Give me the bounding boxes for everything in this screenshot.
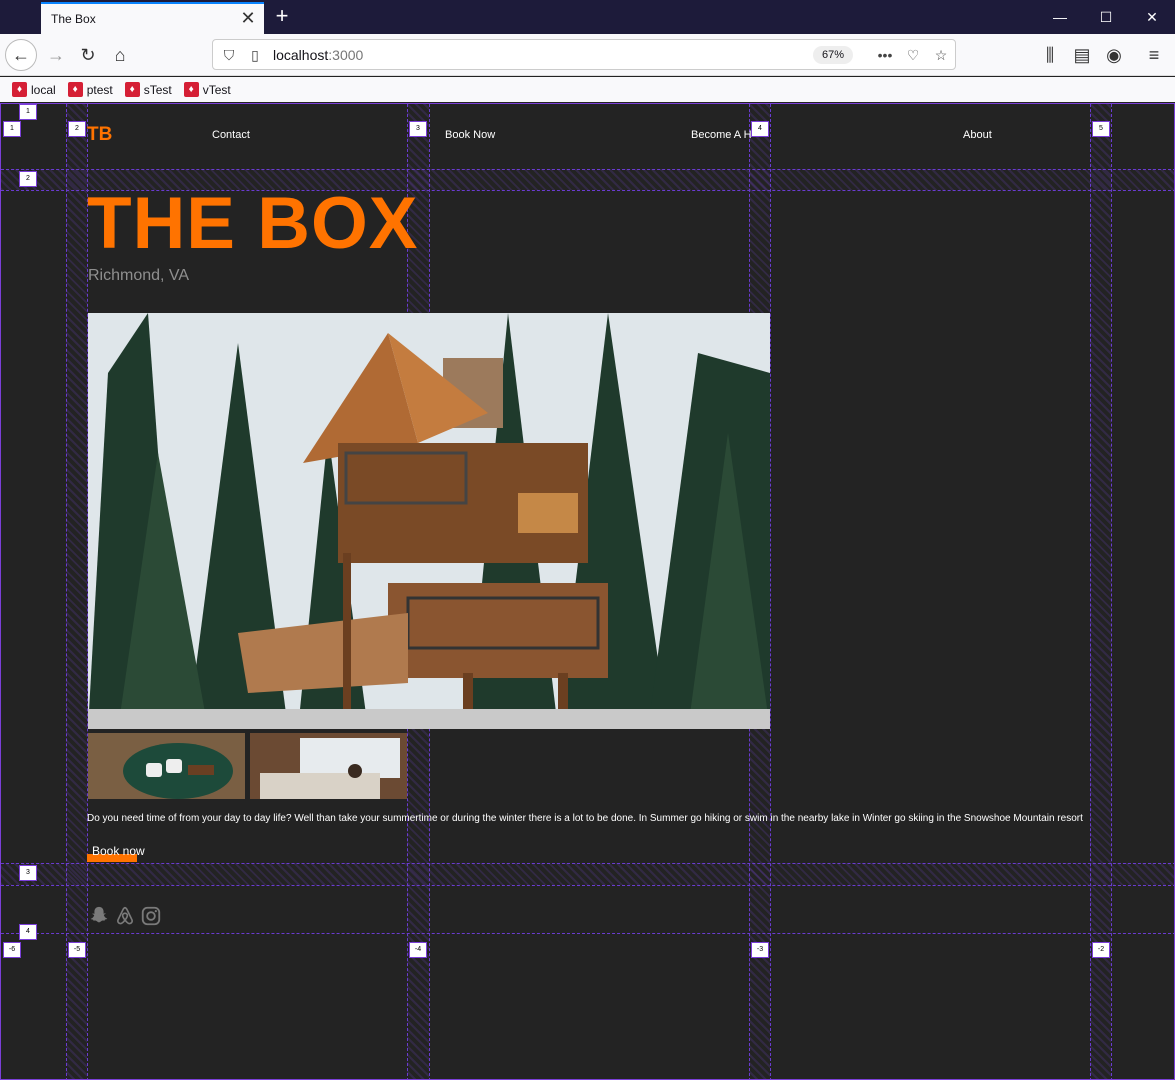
grid-column-badge: 2 — [68, 121, 86, 137]
forward-icon[interactable]: → — [40, 39, 72, 71]
bookmarks-toolbar: ♦ local ♦ ptest ♦ sTest ♦ vTest — [0, 77, 1175, 102]
grid-row-badge: 4 — [19, 924, 37, 940]
grid-column-badge: -2 — [1092, 942, 1110, 958]
bookmark-star-icon[interactable]: ☆ — [931, 45, 951, 65]
home-icon[interactable]: ⌂ — [104, 39, 136, 71]
new-tab-icon[interactable]: + — [270, 4, 294, 28]
close-tab-icon[interactable]: ✕ — [238, 8, 258, 28]
snapchat-icon[interactable] — [88, 905, 110, 927]
bookmark-stest[interactable]: ♦ sTest — [124, 82, 172, 97]
grid-column-badge: 4 — [751, 121, 769, 137]
book-now-button[interactable]: Book now — [87, 842, 145, 862]
description-text: Do you need time of from your day to day… — [87, 813, 1083, 824]
bookmark-label: local — [31, 82, 56, 97]
more-icon[interactable]: ••• — [875, 45, 895, 65]
bookmark-favicon-icon: ♦ — [124, 82, 140, 97]
grid-column-badge: -3 — [751, 942, 769, 958]
location-subtitle: Richmond, VA — [88, 267, 190, 284]
grid-column-badge: 1 — [3, 121, 21, 137]
pocket-icon[interactable]: ♡ — [903, 45, 923, 65]
zoom-level[interactable]: 67% — [813, 46, 853, 64]
window-controls: — ☐ ✕ — [1037, 0, 1175, 34]
treehouse-photo — [88, 313, 770, 729]
back-icon[interactable]: ← — [5, 39, 37, 71]
smores-thumbnail[interactable] — [88, 733, 245, 799]
page-viewport: TB Contact Book Now Become A H About THE… — [0, 103, 1175, 1080]
grid-line — [1, 885, 1174, 886]
airbnb-icon[interactable] — [114, 905, 136, 927]
account-icon[interactable]: ◉ — [1098, 39, 1130, 71]
site-logo[interactable]: TB — [87, 124, 112, 146]
nav-contact[interactable]: Contact — [212, 129, 250, 141]
navigation-toolbar: ← → ↻ ⌂ ⛉ ▯ localhost:3000 67% ••• ♡ ☆ ⫼… — [0, 34, 1175, 76]
bookmark-label: vTest — [202, 82, 231, 97]
reload-icon[interactable]: ↻ — [72, 39, 104, 71]
bookmark-favicon-icon: ♦ — [67, 82, 83, 97]
browser-tab[interactable]: The Box ✕ — [41, 2, 264, 34]
interior-thumbnail[interactable] — [250, 733, 407, 799]
url-port: :3000 — [328, 47, 364, 63]
hero-title: THE BOX — [87, 183, 419, 264]
social-links — [88, 905, 162, 927]
url-host: localhost — [273, 47, 329, 63]
library-icon[interactable]: ⫼ — [1034, 39, 1066, 71]
instagram-icon[interactable] — [140, 905, 162, 927]
url-text: localhost:3000 — [273, 47, 363, 63]
grid-row-badge: 2 — [19, 171, 37, 187]
grid-line — [1, 169, 1174, 170]
grid-column-badge: 3 — [409, 121, 427, 137]
nav-book-now[interactable]: Book Now — [445, 129, 495, 141]
bookmark-ptest[interactable]: ♦ ptest — [67, 82, 113, 97]
bookmark-favicon-icon: ♦ — [183, 82, 199, 97]
sidebar-icon[interactable]: ▤ — [1066, 39, 1098, 71]
grid-line — [1, 863, 1174, 864]
grid-column-badge: -6 — [3, 942, 21, 958]
grid-column-badge: -4 — [409, 942, 427, 958]
minimize-icon[interactable]: — — [1037, 0, 1083, 34]
url-bar[interactable]: ⛉ ▯ localhost:3000 67% ••• ♡ ☆ — [212, 39, 956, 70]
menu-icon[interactable]: ≡ — [1138, 39, 1170, 71]
grid-column-badge: -5 — [68, 942, 86, 958]
book-now-label: Book now — [92, 844, 145, 858]
bookmark-vtest[interactable]: ♦ vTest — [183, 82, 231, 97]
grid-row-badge: 3 — [19, 865, 37, 881]
grid-line — [1, 933, 1174, 934]
bookmark-label: ptest — [86, 82, 113, 97]
grid-row-badge: 1 — [19, 104, 37, 120]
shield-icon[interactable]: ⛉ — [219, 45, 239, 65]
browser-window: The Box ✕ + — ☐ ✕ ← → ↻ ⌂ ⛉ ▯ localhost:… — [0, 0, 1175, 1080]
bookmark-favicon-icon: ♦ — [12, 82, 27, 97]
maximize-icon[interactable]: ☐ — [1083, 0, 1129, 34]
close-window-icon[interactable]: ✕ — [1129, 0, 1175, 34]
bookmark-label: sTest — [143, 82, 172, 97]
grid-column-badge: 5 — [1092, 121, 1110, 137]
grid-gutter — [1, 863, 1174, 885]
page-icon: ▯ — [251, 47, 259, 63]
tab-title: The Box — [51, 12, 96, 26]
title-bar: The Box ✕ + — ☐ ✕ — [0, 0, 1175, 34]
bookmark-local[interactable]: ♦ local — [12, 82, 56, 97]
nav-about[interactable]: About — [963, 129, 992, 141]
nav-become-a-host[interactable]: Become A H — [691, 129, 752, 141]
